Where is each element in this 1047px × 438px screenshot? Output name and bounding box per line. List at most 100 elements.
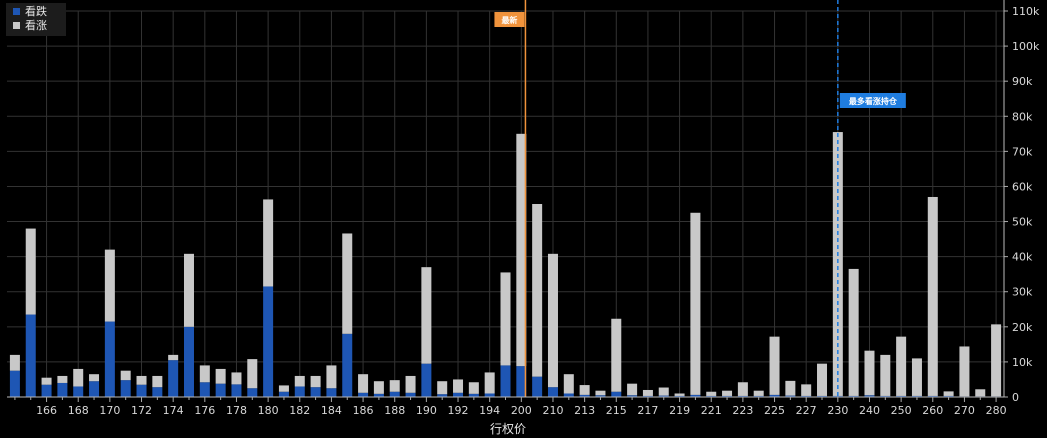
- bar-put[interactable]: [405, 392, 416, 397]
- bar-call[interactable]: [737, 382, 748, 396]
- bar-call[interactable]: [73, 368, 84, 387]
- bar-call[interactable]: [41, 377, 52, 385]
- bar-call[interactable]: [310, 375, 321, 388]
- bar-call[interactable]: [547, 253, 558, 388]
- bar-put[interactable]: [326, 388, 337, 397]
- bar-call[interactable]: [263, 199, 274, 287]
- bar-call[interactable]: [532, 204, 543, 377]
- bar-put[interactable]: [168, 360, 179, 397]
- bar-call[interactable]: [880, 354, 891, 396]
- bar-put[interactable]: [421, 363, 432, 397]
- bar-call[interactable]: [183, 253, 194, 327]
- bar-call[interactable]: [595, 390, 606, 396]
- bar-put[interactable]: [152, 387, 163, 397]
- bar-call[interactable]: [690, 212, 701, 395]
- bar-call[interactable]: [89, 374, 100, 382]
- bar-call[interactable]: [215, 368, 226, 384]
- bar-call[interactable]: [896, 336, 907, 396]
- bar-put[interactable]: [358, 392, 369, 397]
- x-tick-label: 240: [859, 404, 880, 417]
- x-tick-label: 217: [637, 404, 658, 417]
- bar-put[interactable]: [183, 326, 194, 397]
- bar-call[interactable]: [848, 268, 859, 396]
- bar-call[interactable]: [104, 249, 115, 322]
- y-tick-label: 110k: [1012, 5, 1040, 18]
- bar-put[interactable]: [104, 321, 115, 397]
- bar-call[interactable]: [389, 380, 400, 392]
- bar-call[interactable]: [627, 383, 638, 396]
- bar-put[interactable]: [342, 333, 353, 397]
- bar-put[interactable]: [263, 286, 274, 397]
- bar-call[interactable]: [706, 391, 717, 396]
- bar-call[interactable]: [278, 385, 289, 392]
- bar-call[interactable]: [421, 267, 432, 364]
- bar-call[interactable]: [453, 379, 464, 393]
- bar-call[interactable]: [611, 318, 622, 392]
- bar-call[interactable]: [817, 363, 828, 396]
- bar-call[interactable]: [168, 354, 179, 361]
- bar-call[interactable]: [57, 375, 68, 383]
- bar-call[interactable]: [405, 375, 416, 393]
- bar-call[interactable]: [658, 387, 669, 396]
- bar-put[interactable]: [563, 393, 574, 397]
- bar-call[interactable]: [484, 372, 495, 394]
- bar-call[interactable]: [120, 370, 131, 381]
- bar-call[interactable]: [579, 385, 590, 395]
- bar-put[interactable]: [9, 370, 20, 397]
- bar-call[interactable]: [468, 382, 479, 394]
- legend-label-put: 看跌: [25, 4, 47, 18]
- bar-call[interactable]: [500, 272, 511, 366]
- bar-call[interactable]: [373, 381, 384, 394]
- x-tick-label: 215: [606, 404, 627, 417]
- bar-call[interactable]: [864, 350, 875, 396]
- bar-call[interactable]: [642, 389, 653, 396]
- bar-put[interactable]: [247, 388, 258, 397]
- bar-call[interactable]: [674, 393, 685, 396]
- bar-put[interactable]: [611, 391, 622, 397]
- bar-call[interactable]: [991, 324, 1002, 397]
- bar-call[interactable]: [769, 336, 780, 395]
- bar-call[interactable]: [199, 365, 210, 383]
- bar-put[interactable]: [136, 384, 147, 397]
- bar-put[interactable]: [57, 382, 68, 397]
- bar-call[interactable]: [326, 365, 337, 389]
- bar-call[interactable]: [342, 233, 353, 334]
- bar-call[interactable]: [358, 374, 369, 393]
- bar-put[interactable]: [278, 391, 289, 397]
- legend[interactable]: 看跌 看涨: [6, 3, 66, 36]
- bar-call[interactable]: [437, 381, 448, 395]
- bar-put[interactable]: [500, 365, 511, 397]
- bar-put[interactable]: [532, 376, 543, 397]
- bar-put[interactable]: [294, 386, 305, 397]
- bar-put[interactable]: [310, 387, 321, 397]
- bar-put[interactable]: [231, 384, 242, 397]
- bar-put[interactable]: [453, 392, 464, 397]
- bar-call[interactable]: [722, 390, 733, 396]
- bar-call[interactable]: [959, 346, 970, 397]
- bar-call[interactable]: [911, 358, 922, 396]
- bar-call[interactable]: [231, 372, 242, 385]
- bar-call[interactable]: [9, 354, 20, 371]
- bar-put[interactable]: [25, 314, 36, 397]
- bar-put[interactable]: [41, 384, 52, 397]
- bar-call[interactable]: [247, 359, 258, 389]
- bar-call[interactable]: [927, 196, 938, 396]
- bar-call[interactable]: [943, 391, 954, 396]
- bar-call[interactable]: [152, 375, 163, 388]
- bar-call[interactable]: [136, 375, 147, 385]
- bar-put[interactable]: [199, 382, 210, 397]
- bar-call[interactable]: [975, 389, 986, 397]
- bar-put[interactable]: [89, 381, 100, 397]
- bar-put[interactable]: [73, 386, 84, 397]
- bar-call[interactable]: [563, 374, 574, 394]
- bar-put[interactable]: [547, 387, 558, 397]
- bar-call[interactable]: [25, 228, 36, 315]
- bar-call[interactable]: [785, 380, 796, 396]
- bar-call[interactable]: [801, 384, 812, 396]
- bar-put[interactable]: [215, 383, 226, 397]
- bar-call[interactable]: [294, 375, 305, 387]
- bar-call[interactable]: [753, 390, 764, 396]
- bar-put[interactable]: [484, 393, 495, 397]
- bar-put[interactable]: [120, 380, 131, 397]
- bar-put[interactable]: [389, 391, 400, 397]
